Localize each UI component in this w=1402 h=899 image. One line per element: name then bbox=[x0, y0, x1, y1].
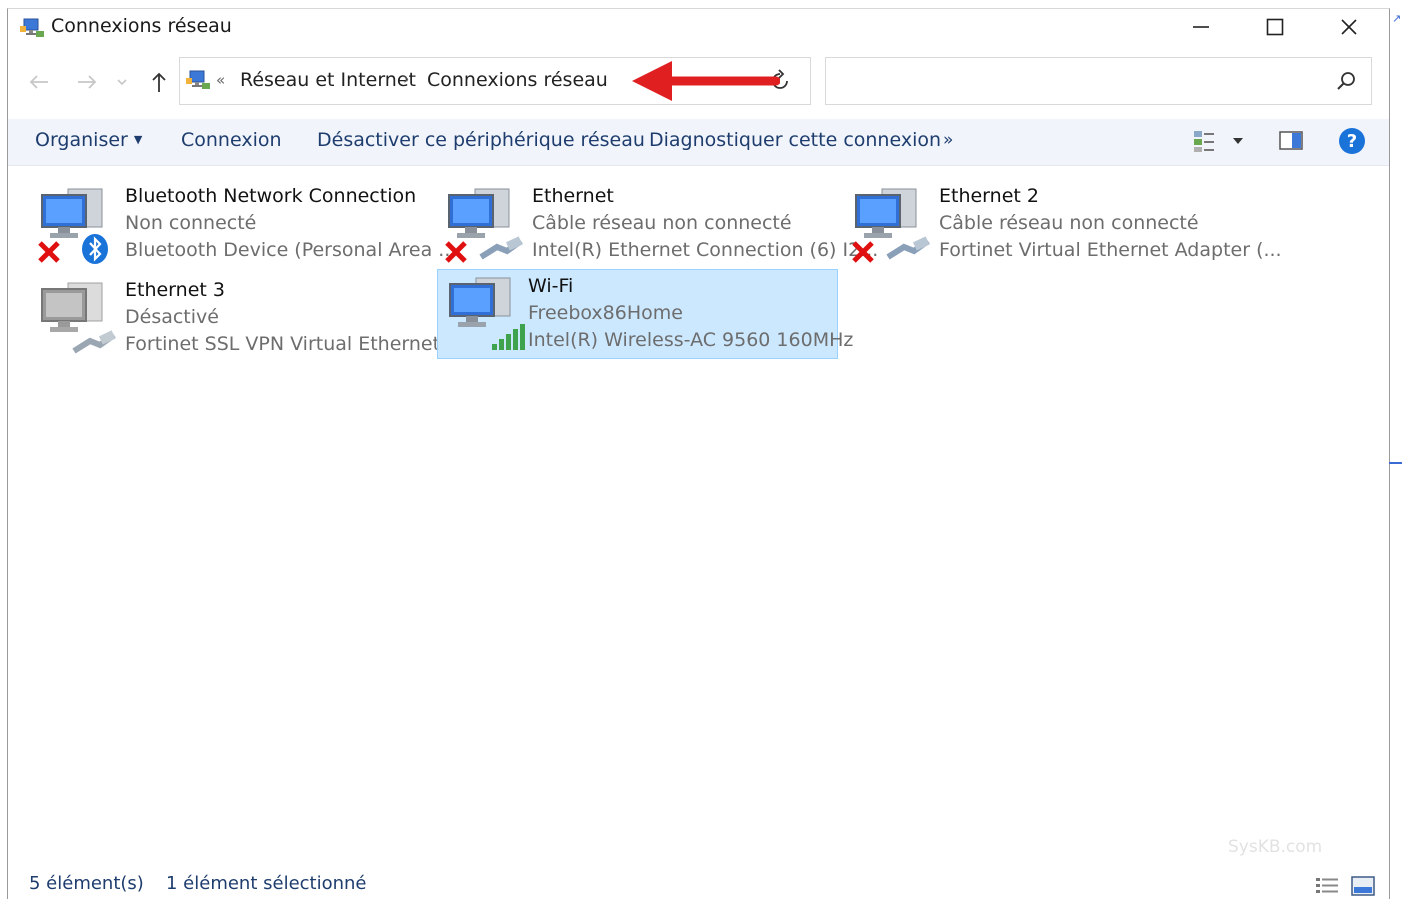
search-icon bbox=[1337, 72, 1355, 90]
explorer-window: Connexions réseau « Réseau et Internet ›… bbox=[7, 8, 1390, 899]
edge-divider bbox=[1389, 462, 1402, 464]
network-adapter-icon bbox=[852, 188, 930, 263]
network-connections-app-icon bbox=[20, 18, 44, 37]
svg-text:?: ? bbox=[1347, 131, 1357, 152]
minimize-button[interactable] bbox=[1166, 9, 1236, 45]
connection-device: Fortinet Virtual Ethernet Adapter (... bbox=[939, 239, 1282, 261]
error-x-icon bbox=[445, 241, 467, 263]
connection-name: Ethernet 3 bbox=[125, 279, 225, 301]
connection-name: Ethernet 2 bbox=[939, 185, 1039, 207]
caret-down-icon: ▼ bbox=[133, 133, 143, 146]
watermark: SysKB.com bbox=[1228, 837, 1323, 857]
organize-label: Organiser bbox=[35, 129, 128, 151]
maximize-icon bbox=[1266, 18, 1284, 36]
connection-item-wifi[interactable]: Wi-Fi Freebox86Home Intel(R) Wireless-AC… bbox=[437, 269, 853, 359]
diagnose-connection-button[interactable]: Diagnostiquer cette connexion bbox=[649, 129, 941, 151]
cable-icon bbox=[886, 236, 930, 260]
window-title: Connexions réseau bbox=[51, 15, 232, 37]
search-box[interactable] bbox=[825, 57, 1372, 105]
connection-item-bluetooth[interactable]: Bluetooth Network Connection Non connect… bbox=[18, 179, 456, 267]
connection-status: Freebox86Home bbox=[528, 302, 683, 324]
network-adapter-icon bbox=[449, 277, 525, 350]
command-bar: Organiser ▼ Connexion Désactiver ce périp… bbox=[8, 119, 1389, 166]
connection-device: Fortinet SSL VPN Virtual Ethernet ... bbox=[125, 333, 465, 355]
item-count: 5 élément(s) bbox=[29, 873, 144, 894]
connection-device: Intel(R) Wireless-AC 9560 160MHz bbox=[528, 329, 854, 351]
network-adapter-disabled-icon bbox=[41, 282, 116, 354]
arrow-right-icon bbox=[78, 75, 97, 89]
status-bar: 5 élément(s) 1 élément sélectionné bbox=[8, 873, 1389, 899]
recent-locations-button[interactable] bbox=[112, 67, 132, 97]
chevron-down-icon bbox=[117, 79, 127, 86]
organize-button[interactable]: Organiser ▼ bbox=[35, 129, 142, 151]
change-view-icon[interactable] bbox=[1192, 128, 1218, 154]
cable-icon bbox=[479, 236, 523, 260]
close-button[interactable] bbox=[1314, 9, 1384, 45]
wifi-signal-icon bbox=[492, 324, 525, 350]
connection-item-ethernet-2[interactable]: Ethernet 2 Câble réseau non connecté For… bbox=[832, 179, 1282, 267]
annotation-arrow-icon bbox=[632, 61, 780, 101]
large-icons-view-icon[interactable] bbox=[1351, 875, 1375, 897]
disable-device-button[interactable]: Désactiver ce périphérique réseau bbox=[317, 129, 645, 151]
breadcrumb-reseau-internet[interactable]: Réseau et Internet bbox=[240, 69, 416, 91]
minimize-icon bbox=[1193, 26, 1209, 28]
connection-item-ethernet[interactable]: Ethernet Câble réseau non connecté Intel… bbox=[425, 179, 878, 267]
more-commands-button[interactable]: » bbox=[943, 130, 953, 150]
preview-pane-icon[interactable] bbox=[1278, 128, 1304, 154]
connection-name: Bluetooth Network Connection bbox=[125, 185, 417, 207]
breadcrumb-overflow[interactable]: « bbox=[216, 71, 225, 89]
arrow-up-icon bbox=[152, 72, 166, 92]
network-location-icon bbox=[186, 70, 210, 89]
close-icon bbox=[1341, 19, 1357, 35]
connection-device: Bluetooth Device (Personal Area ... bbox=[125, 239, 457, 261]
cable-icon bbox=[72, 330, 116, 354]
selection-count: 1 élément sélectionné bbox=[166, 873, 367, 894]
network-adapter-icon bbox=[445, 188, 523, 263]
connections-list: Bluetooth Network Connection Non connect… bbox=[8, 169, 1389, 849]
arrow-left-icon bbox=[29, 75, 48, 89]
breadcrumb-connexions-reseau[interactable]: Connexions réseau bbox=[427, 69, 608, 91]
details-view-icon[interactable] bbox=[1315, 875, 1339, 897]
search-input[interactable] bbox=[834, 66, 1318, 96]
error-x-icon bbox=[852, 241, 874, 263]
breadcrumb-separator[interactable]: › bbox=[403, 69, 409, 88]
view-options-chevron-icon[interactable] bbox=[1232, 136, 1244, 146]
connection-item-ethernet-3[interactable]: Ethernet 3 Désactivé Fortinet SSL VPN Vi… bbox=[18, 273, 464, 361]
edge-arrow-icon: ↗ bbox=[1392, 12, 1402, 25]
back-button[interactable] bbox=[24, 67, 54, 97]
title-bar[interactable]: Connexions réseau bbox=[8, 9, 1389, 49]
connection-name: Ethernet bbox=[532, 185, 614, 207]
up-button[interactable] bbox=[144, 67, 174, 97]
connection-status: Désactivé bbox=[125, 306, 219, 328]
connection-status: Câble réseau non connecté bbox=[939, 212, 1199, 234]
connection-status: Câble réseau non connecté bbox=[532, 212, 792, 234]
connection-device: Intel(R) Ethernet Connection (6) I2... bbox=[532, 239, 879, 261]
connection-status: Non connecté bbox=[125, 212, 257, 234]
connect-button[interactable]: Connexion bbox=[181, 129, 282, 151]
help-icon[interactable]: ? bbox=[1337, 126, 1367, 156]
bluetooth-icon bbox=[82, 234, 108, 264]
network-adapter-icon bbox=[38, 188, 108, 264]
connection-name: Wi-Fi bbox=[528, 275, 574, 297]
forward-button[interactable] bbox=[72, 67, 102, 97]
error-x-icon bbox=[38, 241, 60, 263]
maximize-button[interactable] bbox=[1240, 9, 1310, 45]
